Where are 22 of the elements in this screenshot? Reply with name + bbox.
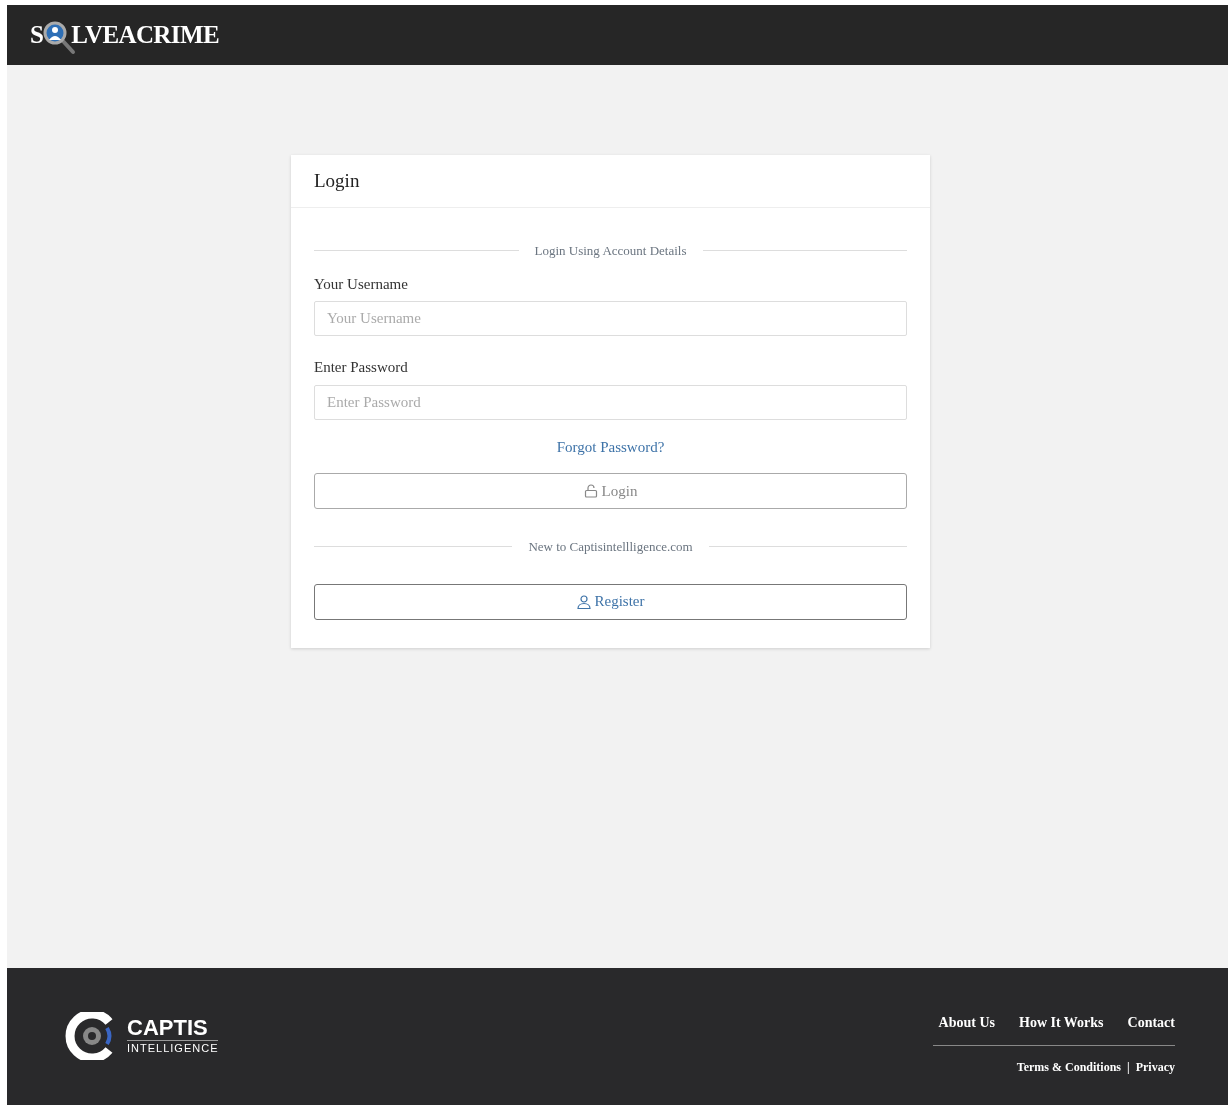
- section-label: New to Captisintellligence.com: [528, 538, 693, 556]
- register-button[interactable]: Register: [314, 583, 907, 620]
- padlock-icon: [583, 484, 598, 498]
- footer-link[interactable]: Terms & Conditions: [1016, 1058, 1121, 1076]
- footer-link[interactable]: About Us: [938, 1012, 995, 1033]
- footer-link[interactable]: How It Works: [1019, 1012, 1104, 1033]
- separator: |: [1127, 1059, 1130, 1076]
- section-label: Login Using Account Details: [534, 242, 687, 260]
- login-button[interactable]: Login: [314, 473, 907, 509]
- footer-link[interactable]: Contact: [1127, 1012, 1175, 1033]
- user-icon: [576, 594, 591, 609]
- brand-name: CAPTIS: [127, 1016, 219, 1041]
- password-field[interactable]: Enter Password: [314, 384, 907, 420]
- field-label: Your Username: [314, 274, 409, 294]
- logo-text: LVEACRIME: [71, 20, 219, 51]
- brand-tagline: INTELLIGENCE: [127, 1041, 219, 1055]
- username-field[interactable]: Your Username: [314, 301, 907, 336]
- card-title: Login: [314, 168, 360, 193]
- footer-link[interactable]: Privacy: [1135, 1058, 1175, 1076]
- forgot-password-link[interactable]: Forgot Password?: [556, 435, 665, 458]
- logo-text: S: [30, 20, 44, 51]
- field-label: Enter Password: [314, 358, 409, 377]
